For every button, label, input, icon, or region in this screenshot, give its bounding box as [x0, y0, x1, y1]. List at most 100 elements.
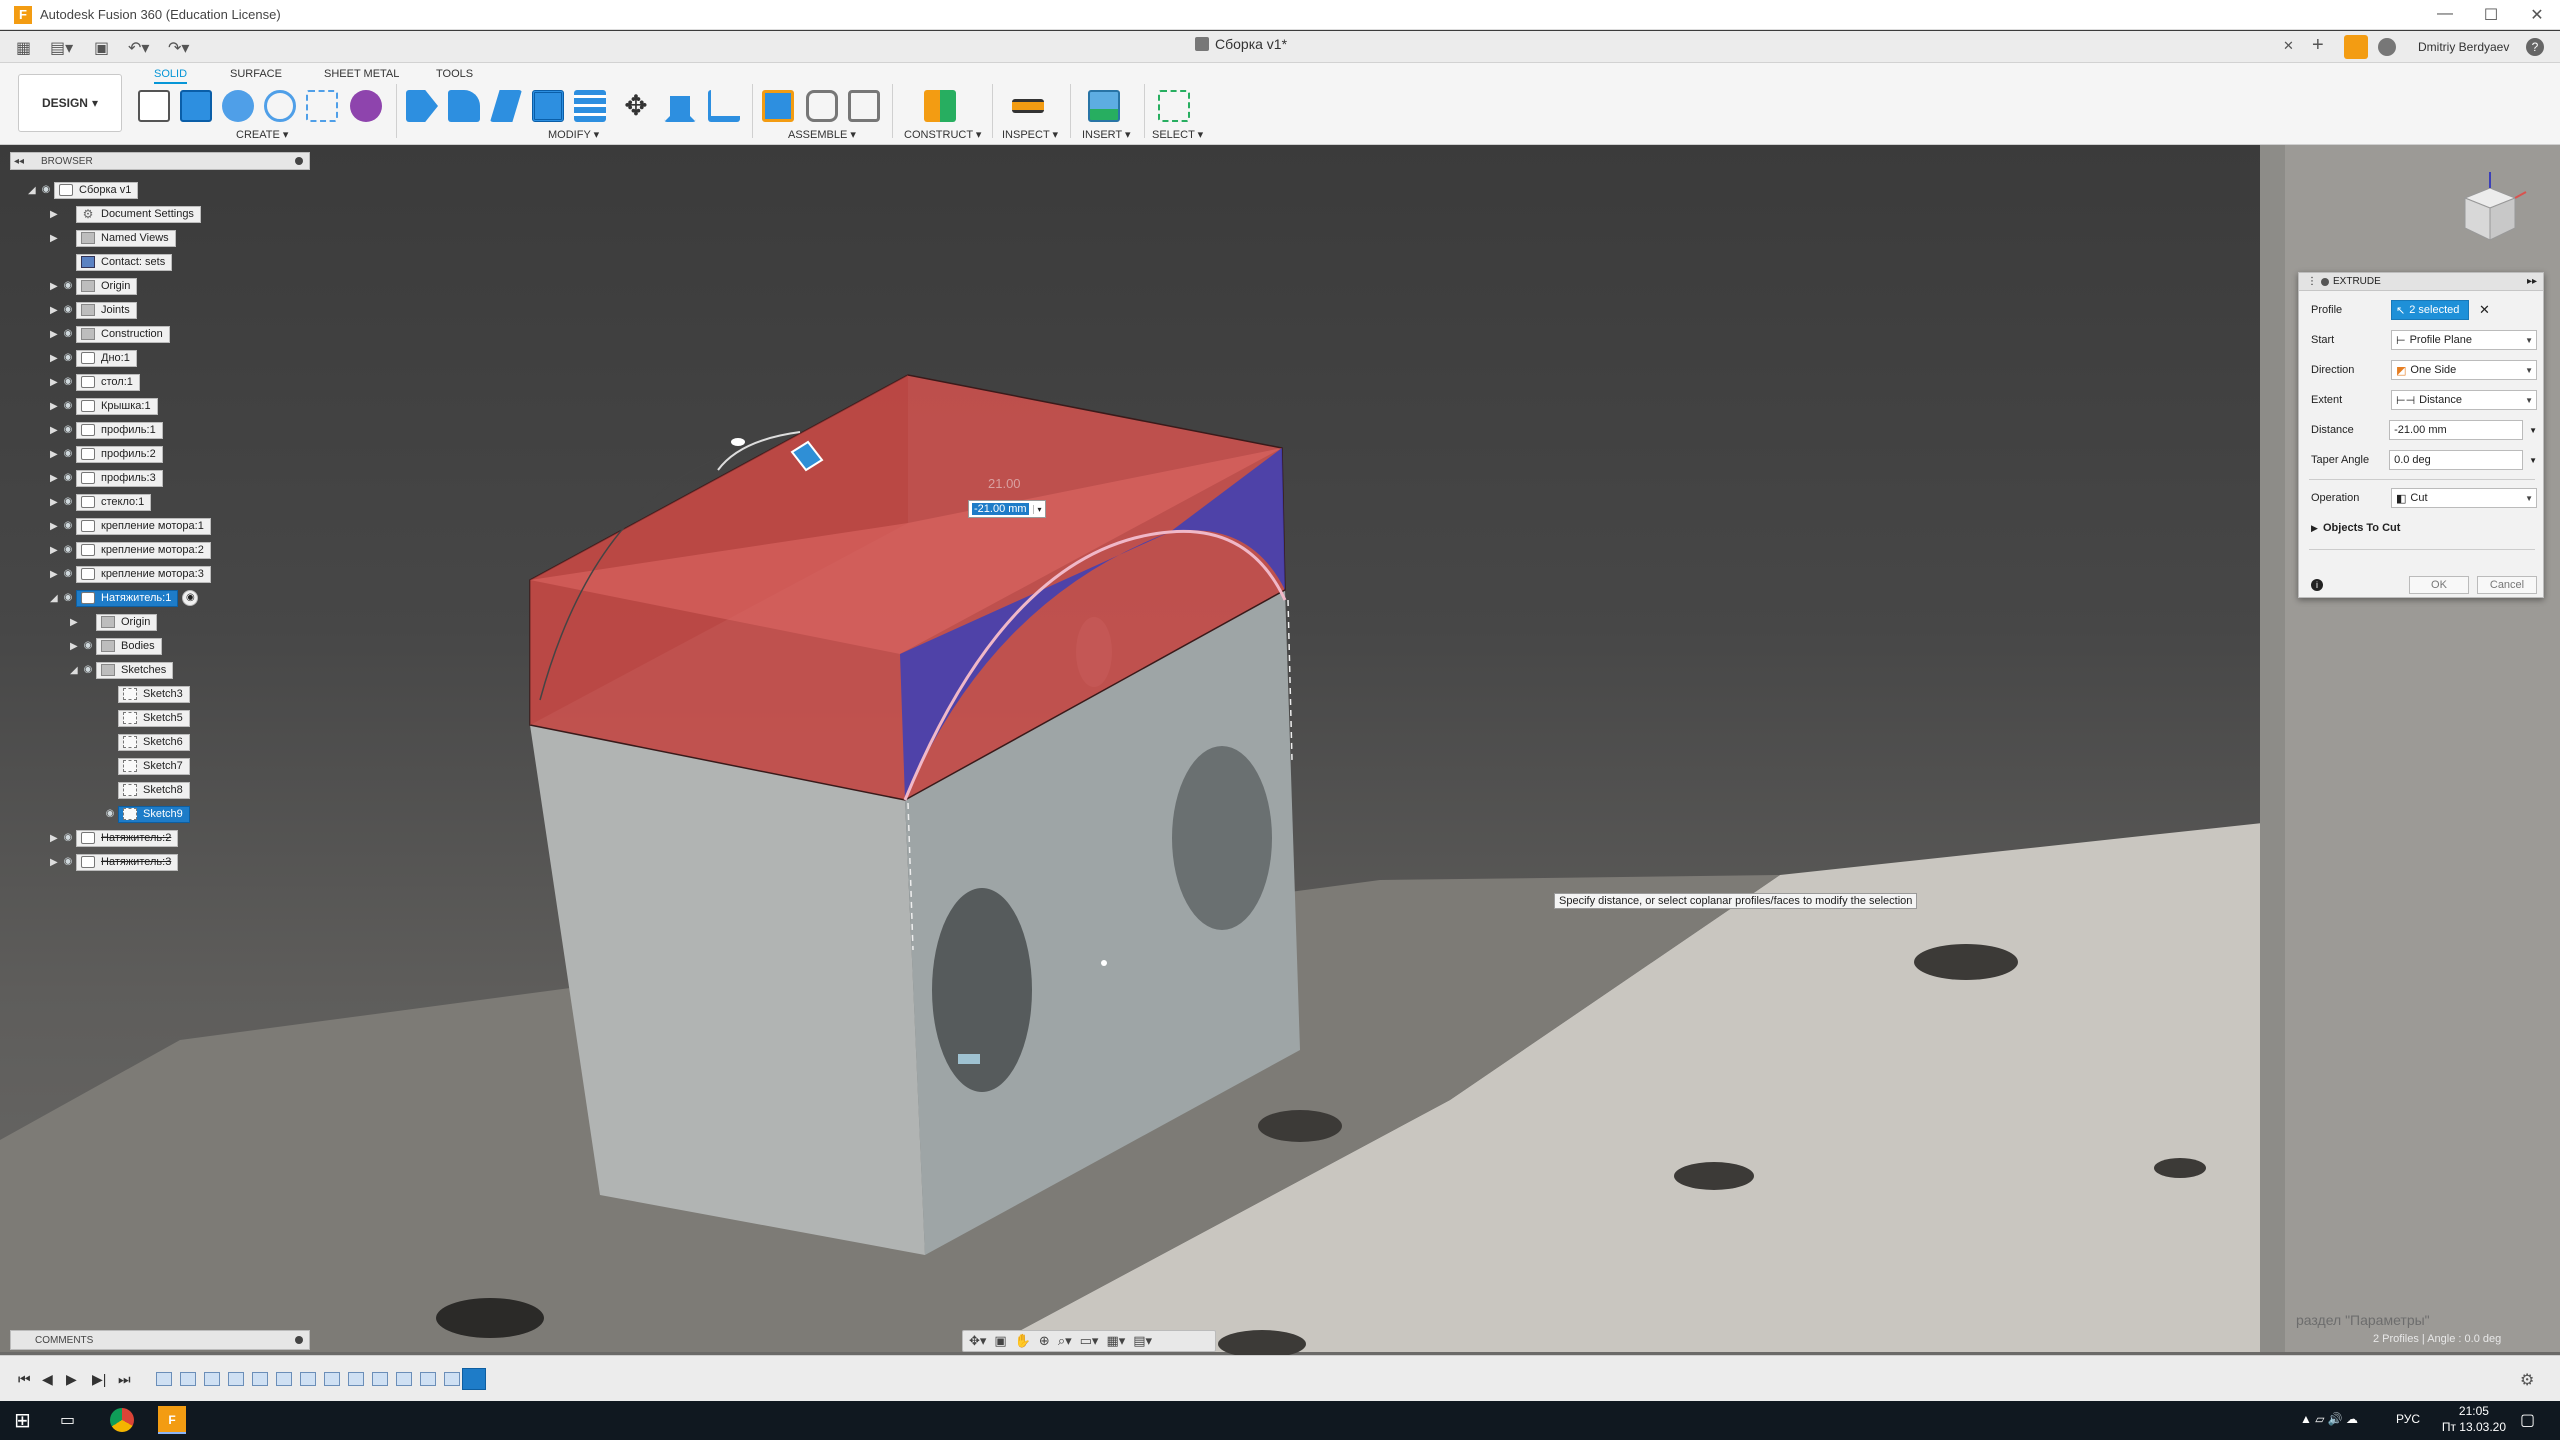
visibility-eye-icon[interactable]: ◉ [60, 400, 76, 412]
pin-icon[interactable] [295, 1336, 303, 1344]
browser-item[interactable]: ▶ ◉ стекло:1 [50, 493, 152, 511]
extent-select[interactable]: ⊢⊣ Distance ▼ [2391, 390, 2537, 410]
browser-item[interactable]: ▶ ◉ Construction [50, 325, 170, 343]
visibility-eye-icon[interactable]: ◉ [60, 352, 76, 364]
visibility-eye-icon[interactable]: ◉ [60, 328, 76, 340]
pin-icon[interactable] [295, 157, 303, 165]
display-settings-icon[interactable]: ▭▾ [1080, 1333, 1099, 1349]
play-icon[interactable]: ▶ [66, 1371, 77, 1388]
browser-item-node[interactable]: Joints [76, 301, 137, 319]
objects-to-cut-row[interactable]: ▶ Objects To Cut [2311, 517, 2537, 539]
expand-arrow-icon[interactable]: ▶ [50, 497, 60, 508]
expand-arrow-icon[interactable]: ▶ [50, 521, 60, 532]
expand-arrow-icon[interactable]: ▶ [70, 617, 80, 628]
timeline-feature[interactable] [228, 1372, 244, 1386]
visibility-eye-icon[interactable]: ◉ [60, 520, 76, 532]
orbit-icon[interactable]: ✥▾ [969, 1333, 986, 1349]
expand-arrow-icon[interactable]: ▶ [50, 569, 60, 580]
pan-icon[interactable]: ✋ [1015, 1333, 1031, 1349]
browser-item[interactable]: ▶ ◉ Крышка:1 [50, 397, 158, 415]
profile-selector[interactable]: ↖ 2 selected [2391, 300, 2469, 320]
step-forward-icon[interactable]: ▶| [92, 1371, 106, 1388]
timeline-feature[interactable] [276, 1372, 292, 1386]
visibility-eye-icon[interactable]: ◉ [60, 424, 76, 436]
start-select[interactable]: ⊢ Profile Plane ▼ [2391, 330, 2537, 350]
viewports-icon[interactable]: ▤▾ [1133, 1333, 1152, 1349]
timeline-feature[interactable] [252, 1372, 268, 1386]
browser-item-node[interactable]: Sketch5 [118, 709, 190, 727]
visibility-eye-icon[interactable]: ◉ [60, 568, 76, 580]
chevron-down-icon[interactable]: ▾ [1033, 504, 1045, 514]
collapse-arrow-icon[interactable]: ◢ [70, 665, 80, 676]
expand-arrow-icon[interactable]: ▶ [50, 209, 60, 220]
model-scene[interactable] [0, 0, 2560, 1440]
browser-item[interactable]: ▶ ◉ крепление мотора:1 [50, 517, 211, 535]
view-cube[interactable] [2450, 170, 2530, 250]
browser-item[interactable]: ▶ ◉ профиль:1 [50, 421, 163, 439]
visibility-eye-icon[interactable]: ◉ [102, 808, 118, 820]
browser-item[interactable]: ◢ ◉ Сборка v1 [28, 181, 139, 199]
step-back-icon[interactable]: ◀ [42, 1371, 53, 1388]
ok-button[interactable]: OK [2409, 576, 2469, 594]
expand-icon[interactable]: ▸▸ [2527, 276, 2537, 287]
visibility-eye-icon[interactable]: ◉ [60, 472, 76, 484]
browser-header[interactable]: ◂◂ BROWSER [10, 152, 310, 170]
visibility-eye-icon[interactable] [60, 232, 76, 244]
timeline-feature[interactable] [444, 1372, 460, 1386]
visibility-eye-icon[interactable] [102, 736, 118, 748]
fusion-taskbar-icon[interactable]: F [158, 1406, 186, 1434]
visibility-eye-icon[interactable] [60, 256, 76, 268]
timeline-feature[interactable] [180, 1372, 196, 1386]
browser-item-node[interactable]: Sketch8 [118, 781, 190, 799]
browser-item[interactable]: Sketch7 [92, 757, 190, 775]
browser-item-node[interactable]: стекло:1 [76, 493, 152, 511]
browser-item[interactable]: ◢ ◉ Натяжитель:1 ◉ [50, 589, 199, 607]
clock[interactable]: 21:05 Пт 13.03.20 [2442, 1403, 2506, 1435]
visibility-eye-icon[interactable]: ◉ [60, 496, 76, 508]
browser-item[interactable]: ▶ ◉ стол:1 [50, 373, 140, 391]
browser-item-node[interactable]: Construction [76, 325, 170, 343]
browser-item-node[interactable]: Named Views [76, 229, 176, 247]
distance-input[interactable]: -21.00 mm ▾ [968, 500, 1046, 518]
fit-icon[interactable]: ⌕▾ [1058, 1333, 1072, 1349]
browser-item[interactable]: Sketch3 [92, 685, 190, 703]
expand-arrow-icon[interactable]: ▶ [50, 473, 60, 484]
browser-item[interactable]: ▶ ◉ крепление мотора:2 [50, 541, 211, 559]
expand-arrow-icon[interactable]: ▶ [70, 641, 80, 652]
timeline-feature[interactable] [324, 1372, 340, 1386]
browser-item-node[interactable]: Sketch6 [118, 733, 190, 751]
visibility-eye-icon[interactable]: ◉ [60, 304, 76, 316]
taper-field[interactable]: 0.0 deg [2389, 450, 2524, 470]
collapse-arrow-icon[interactable]: ◢ [50, 593, 60, 604]
browser-item-node[interactable]: Origin [96, 613, 158, 631]
browser-item-node[interactable]: профиль:3 [76, 469, 163, 487]
timeline-current-feature[interactable] [462, 1368, 486, 1390]
visibility-eye-icon[interactable] [102, 760, 118, 772]
go-to-end-icon[interactable]: ⏭ [118, 1371, 131, 1388]
visibility-eye-icon[interactable]: ◉ [60, 592, 76, 604]
expand-arrow-icon[interactable]: ▶ [50, 353, 60, 364]
activate-component-icon[interactable]: ◉ [182, 590, 199, 606]
visibility-eye-icon[interactable]: ◉ [60, 376, 76, 388]
browser-item[interactable]: ▶ Origin [70, 613, 158, 631]
drag-handle[interactable] [731, 438, 745, 446]
tray-icons[interactable]: ▲ ▱ 🔊 ☁ [2300, 1412, 2358, 1426]
comments-panel[interactable]: COMMENTS [10, 1330, 310, 1350]
browser-item-node[interactable]: крепление мотора:1 [76, 517, 211, 535]
visibility-eye-icon[interactable]: ◉ [80, 664, 96, 676]
browser-item[interactable]: ◉ Sketch9 [92, 805, 190, 823]
notifications-icon[interactable]: ▢ [2520, 1410, 2535, 1430]
expand-arrow-icon[interactable]: ▶ [50, 233, 60, 244]
timeline-feature[interactable] [396, 1372, 412, 1386]
expand-arrow-icon[interactable]: ▶ [50, 545, 60, 556]
timeline-feature[interactable] [204, 1372, 220, 1386]
browser-item-node[interactable]: Bodies [96, 637, 162, 655]
browser-item[interactable]: ▶ ◉ профиль:3 [50, 469, 163, 487]
browser-item-node[interactable]: Sketch7 [118, 757, 190, 775]
browser-item-node[interactable]: ⚙ Document Settings [76, 205, 201, 223]
browser-item-node[interactable]: профиль:2 [76, 445, 163, 463]
extrude-dialog-header[interactable]: ⋮ EXTRUDE ▸▸ [2299, 273, 2543, 291]
expand-arrow-icon[interactable]: ▶ [50, 857, 60, 868]
expand-arrow-icon[interactable]: ▶ [50, 281, 60, 292]
timeline-feature[interactable] [348, 1372, 364, 1386]
